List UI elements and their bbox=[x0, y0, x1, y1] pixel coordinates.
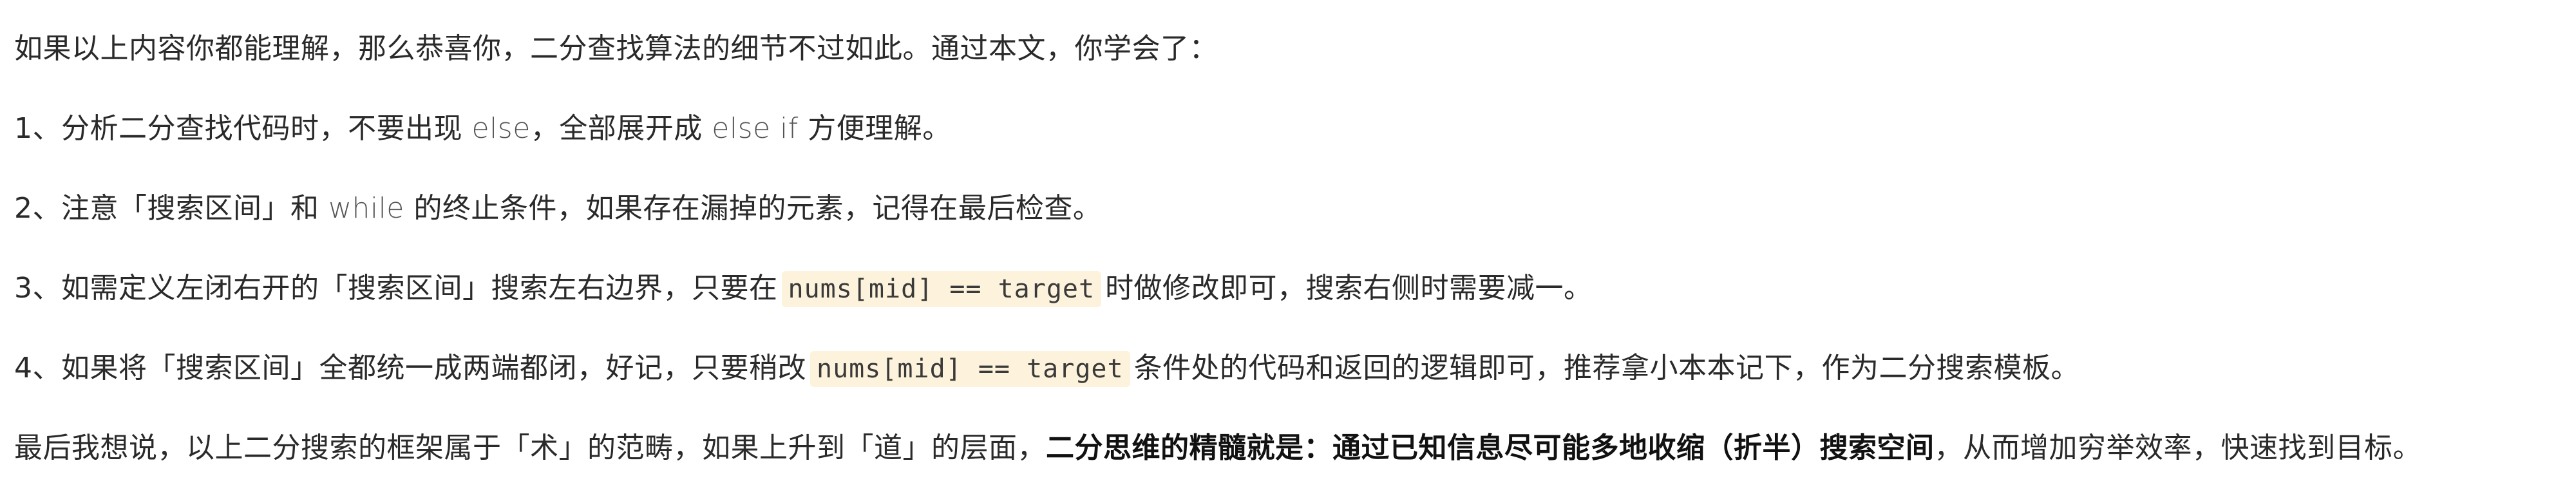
list-item-text: 3、如需定义左闭右开的「搜索区间」搜索左右边界，只要在 bbox=[14, 272, 778, 305]
paragraph-text: ，从而增加穷举效率，快速找到目标。 bbox=[1934, 431, 2421, 464]
list-item-text: 1、分析二分查找代码时，不要出现 bbox=[14, 112, 472, 145]
list-item-1: 1、分析二分查找代码时，不要出现 else，全部展开成 else if 方便理解… bbox=[14, 109, 951, 148]
list-item-text: 条件处的代码和返回的逻辑即可，推荐拿小本本记下，作为二分搜索模板。 bbox=[1133, 352, 2080, 384]
list-item-text: ，全部展开成 bbox=[530, 112, 712, 145]
keyword-else: else bbox=[471, 112, 531, 145]
list-item-2: 2、注意「搜索区间」和 while 的终止条件，如果存在漏掉的元素，记得在最后检… bbox=[14, 189, 1101, 228]
list-item-text: 的终止条件，如果存在漏掉的元素，记得在最后检查。 bbox=[404, 192, 1102, 225]
list-item-3: 3、如需定义左闭右开的「搜索区间」搜索左右边界，只要在 nums[mid] == … bbox=[14, 269, 1593, 308]
list-item-text: 时做修改即可，搜索右侧时需要减一。 bbox=[1105, 272, 1593, 305]
list-item-text: 2、注意「搜索区间」和 bbox=[14, 192, 328, 225]
list-item-text: 4、如果将「搜索区间」全都统一成两端都闭，好记，只要稍改 bbox=[14, 352, 806, 384]
keyword-while: while bbox=[328, 192, 404, 225]
inline-code: nums[mid] == target bbox=[781, 271, 1102, 307]
paragraph-summary-intro: 如果以上内容你都能理解，那么恭喜你，二分查找算法的细节不过如此。通过本文，你学会… bbox=[14, 30, 1218, 68]
inline-code: nums[mid] == target bbox=[810, 351, 1130, 387]
keyword-else-if: else if bbox=[712, 112, 799, 145]
bold-emphasis: 二分思维的精髓就是：通过已知信息尽可能多地收缩（折半）搜索空间 bbox=[1046, 431, 1935, 464]
article-body: 如果以上内容你都能理解，那么恭喜你，二分查找算法的细节不过如此。通过本文，你学会… bbox=[0, 0, 2576, 483]
list-item-text: 方便理解。 bbox=[798, 112, 951, 145]
paragraph-text: 如果以上内容你都能理解，那么恭喜你，二分查找算法的细节不过如此。通过本文，你学会… bbox=[14, 32, 1218, 65]
paragraph-text: 最后我想说，以上二分搜索的框架属于「术」的范畴，如果上升到「道」的层面， bbox=[14, 431, 1046, 464]
paragraph-conclusion: 最后我想说，以上二分搜索的框架属于「术」的范畴，如果上升到「道」的层面，二分思维… bbox=[14, 429, 2421, 468]
list-item-4: 4、如果将「搜索区间」全都统一成两端都闭，好记，只要稍改 nums[mid] ==… bbox=[14, 349, 2079, 388]
